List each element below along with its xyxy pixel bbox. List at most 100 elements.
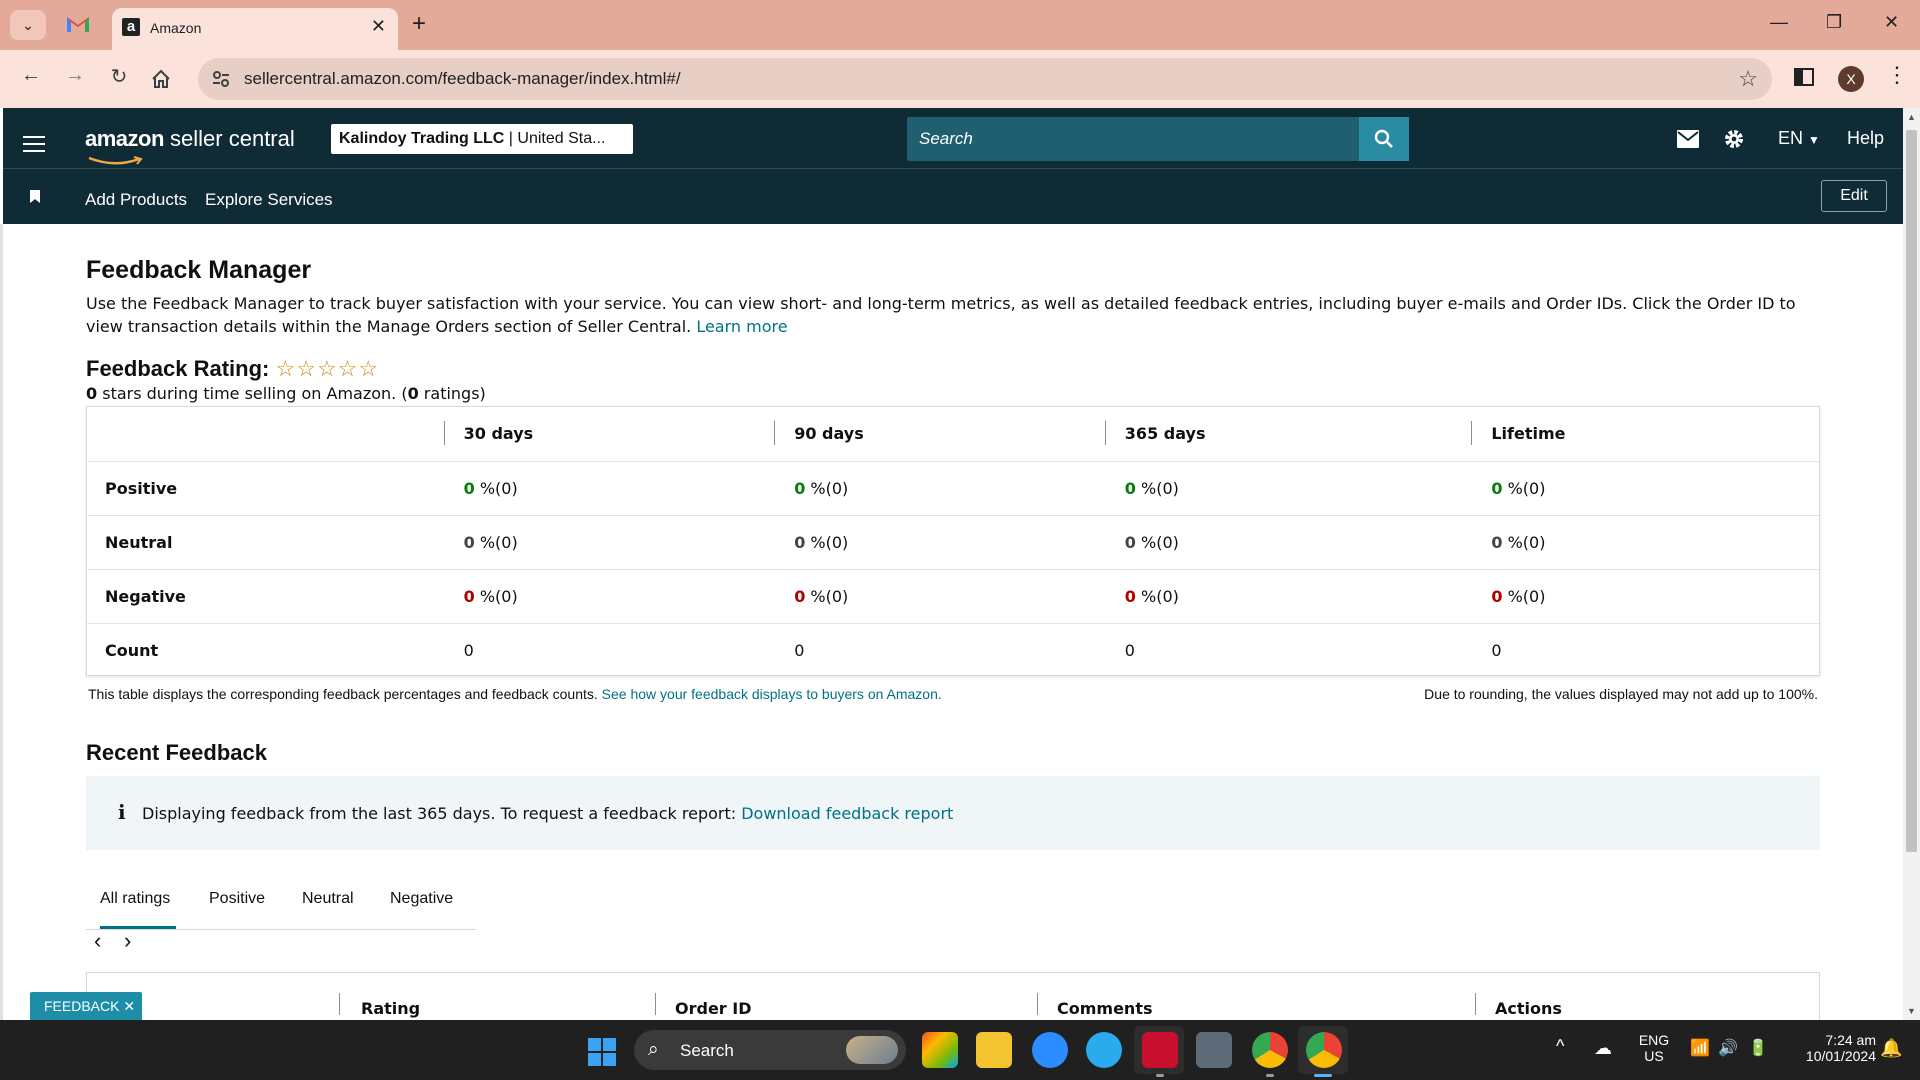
- search-button[interactable]: [1359, 117, 1409, 161]
- side-panel-icon[interactable]: [1794, 68, 1814, 86]
- empty-header: [87, 407, 444, 461]
- bookmark-icon[interactable]: [30, 190, 40, 203]
- table-row: Negative 0 %(0) 0 %(0) 0 %(0) 0 %(0): [87, 568, 1819, 623]
- volume-icon[interactable]: 🔊: [1718, 1038, 1738, 1058]
- column-divider: [1037, 993, 1038, 1015]
- address-bar[interactable]: sellercentral.amazon.com/feedback-manage…: [198, 58, 1772, 100]
- app-active-indicator: [1314, 1074, 1332, 1077]
- mail-icon[interactable]: [1677, 130, 1699, 148]
- header-divider: [3, 168, 1903, 169]
- account-switcher[interactable]: Kalindoy Trading LLC | United Sta...: [331, 124, 633, 154]
- column-divider: [655, 993, 656, 1015]
- page-scrollbar[interactable]: ▲ ▼: [1903, 108, 1920, 1020]
- gear-icon[interactable]: [1723, 128, 1745, 150]
- forward-icon[interactable]: →: [60, 64, 90, 87]
- rating-summary: 0 stars during time selling on Amazon. (…: [86, 384, 486, 403]
- metric-cell: 0 %(0): [774, 514, 1105, 569]
- nav-add-products[interactable]: Add Products: [85, 190, 187, 210]
- download-report-link[interactable]: Download feedback report: [741, 804, 953, 823]
- row-label: Count: [87, 622, 444, 677]
- feedback-metrics-table: 30 days 90 days 365 days Lifetime Positi…: [86, 406, 1820, 677]
- intro-text: Use the Feedback Manager to track buyer …: [86, 294, 1796, 336]
- search-icon: [1374, 129, 1393, 148]
- tab-negative[interactable]: Negative: [390, 890, 453, 908]
- hamburger-menu-icon[interactable]: [23, 136, 45, 152]
- chrome-icon[interactable]: [1252, 1032, 1288, 1068]
- help-link[interactable]: Help: [1847, 128, 1884, 149]
- language-selector[interactable]: EN ▼: [1778, 128, 1820, 149]
- scroll-thumb[interactable]: [1906, 130, 1917, 852]
- cloud-icon[interactable]: ☁: [1594, 1038, 1612, 1059]
- zoom-icon[interactable]: [1032, 1032, 1068, 1068]
- table-row: Count 0 0 0 0: [87, 622, 1819, 677]
- home-icon[interactable]: [150, 68, 172, 90]
- wifi-icon[interactable]: 📶: [1690, 1038, 1710, 1058]
- site-settings-icon[interactable]: [210, 68, 232, 90]
- page-left-border: [0, 224, 3, 1020]
- column-header: Lifetime: [1471, 407, 1819, 461]
- column-header-actions: Actions: [1495, 999, 1562, 1018]
- input-language[interactable]: ENG US: [1636, 1032, 1672, 1064]
- url-text[interactable]: sellercentral.amazon.com/feedback-manage…: [244, 69, 681, 89]
- metric-cell: 0 %(0): [1471, 514, 1819, 569]
- telegram-icon[interactable]: [1086, 1032, 1122, 1068]
- learn-more-link[interactable]: Learn more: [696, 317, 787, 336]
- count-cell: 0: [1471, 622, 1819, 677]
- page-title: Feedback Manager: [86, 256, 312, 284]
- calculator-icon[interactable]: [1196, 1032, 1232, 1068]
- seller-search: [907, 117, 1361, 161]
- tab-search-button[interactable]: ⌄: [10, 10, 46, 40]
- table-row: Neutral 0 %(0) 0 %(0) 0 %(0) 0 %(0): [87, 514, 1819, 569]
- info-icon: i: [118, 800, 126, 824]
- tab-neutral[interactable]: Neutral: [302, 890, 354, 908]
- active-tab[interactable]: a Amazon ✕: [112, 8, 398, 50]
- column-header: 30 days: [443, 407, 775, 461]
- table-header-row: 30 days 90 days 365 days Lifetime: [87, 407, 1819, 461]
- search-highlight-image: [846, 1036, 898, 1064]
- seller-central-logo[interactable]: amazon seller central: [85, 126, 295, 165]
- column-header-order-id: Order ID: [675, 999, 752, 1018]
- search-input[interactable]: [907, 117, 1361, 161]
- chevron-up-icon[interactable]: ^: [1556, 1036, 1564, 1057]
- search-icon: ⌕: [648, 1039, 659, 1060]
- profile-avatar[interactable]: X: [1838, 66, 1864, 92]
- nav-explore-services[interactable]: Explore Services: [205, 190, 333, 210]
- windows-start-icon[interactable]: [588, 1038, 616, 1066]
- battery-icon[interactable]: 🔋: [1748, 1038, 1768, 1058]
- chevron-left-icon[interactable]: ‹: [94, 928, 101, 954]
- new-tab-icon[interactable]: +: [412, 10, 426, 38]
- feedback-button[interactable]: FEEDBACK ✕: [30, 992, 142, 1020]
- active-tab-indicator: [100, 926, 176, 929]
- clock[interactable]: 7:24 am 10/01/2024: [1784, 1032, 1876, 1064]
- restore-icon[interactable]: ❐: [1826, 12, 1842, 33]
- column-divider: [339, 993, 340, 1015]
- scroll-down-icon[interactable]: ▼: [1907, 1006, 1916, 1016]
- chevron-down-icon: ⌄: [22, 16, 34, 33]
- chevron-right-icon[interactable]: ›: [124, 928, 131, 954]
- tab-close-icon[interactable]: ✕: [371, 16, 386, 37]
- office-app-icon[interactable]: [922, 1032, 958, 1068]
- notification-bell-icon[interactable]: 🔔: [1880, 1038, 1902, 1059]
- edit-button[interactable]: Edit: [1821, 180, 1887, 212]
- bookmark-star-icon[interactable]: ☆: [1738, 66, 1758, 92]
- back-icon[interactable]: ←: [16, 64, 46, 87]
- rounding-note: Due to rounding, the values displayed ma…: [1424, 686, 1818, 702]
- taskbar-search[interactable]: ⌕ Search: [634, 1030, 906, 1070]
- file-explorer-icon[interactable]: [976, 1032, 1012, 1068]
- tab-positive[interactable]: Positive: [209, 890, 265, 908]
- amazon-smile-icon: [88, 156, 143, 165]
- tab-all-ratings[interactable]: All ratings: [100, 890, 170, 908]
- close-window-icon[interactable]: ✕: [1884, 12, 1899, 33]
- reload-icon[interactable]: ↻: [104, 64, 134, 89]
- metric-cell: 0 %(0): [774, 568, 1105, 623]
- feedback-display-link[interactable]: See how your feedback displays to buyers…: [602, 686, 942, 702]
- minimize-icon[interactable]: —: [1770, 12, 1788, 33]
- browser-menu-icon[interactable]: ⋮: [1886, 62, 1908, 88]
- gmail-tab-icon[interactable]: [66, 14, 90, 34]
- snipping-tool-icon[interactable]: [1142, 1032, 1178, 1068]
- table-note: This table displays the corresponding fe…: [88, 686, 942, 702]
- count-cell: 0: [1104, 622, 1472, 677]
- chrome-profile-icon[interactable]: [1306, 1032, 1342, 1068]
- scroll-up-icon[interactable]: ▲: [1907, 112, 1916, 122]
- table-row: Positive 0 %(0) 0 %(0) 0 %(0) 0 %(0): [87, 460, 1819, 515]
